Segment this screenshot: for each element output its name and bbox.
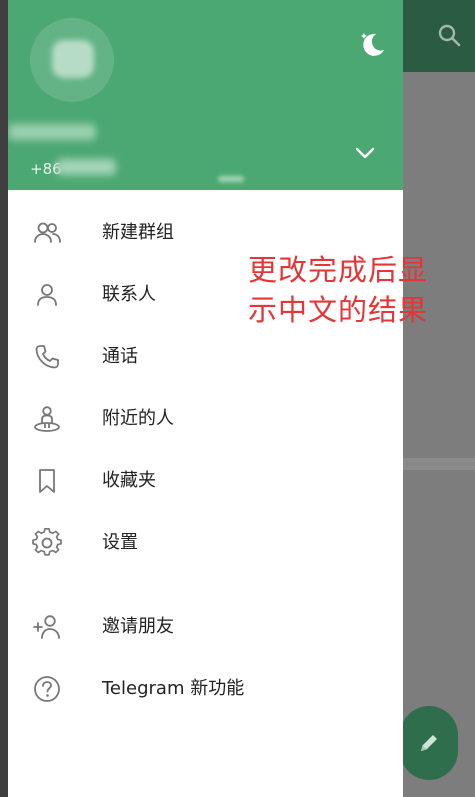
user-name-blurred <box>8 124 96 140</box>
menu-item-saved-messages[interactable]: 收藏夹 <box>8 452 403 510</box>
menu-item-calls[interactable]: 通话 <box>8 328 403 386</box>
bookmark-icon <box>32 466 62 496</box>
annotation-line-2: 示中文的结果 <box>248 293 429 327</box>
night-mode-moon-icon[interactable] <box>354 28 388 62</box>
screen-edge <box>0 0 8 797</box>
menu-item-invite-friends[interactable]: 邀请朋友 <box>8 598 403 656</box>
chevron-down-icon[interactable] <box>354 142 376 164</box>
avatar[interactable] <box>30 18 114 102</box>
group-icon <box>32 218 62 248</box>
compose-button[interactable] <box>400 706 458 780</box>
menu-item-people-nearby[interactable]: 附近的人 <box>8 390 403 448</box>
add-person-icon <box>32 612 62 642</box>
navigation-drawer: +86 新建群组 联系人 通话 附近的人 收藏夹 设置 邀请朋友 Telegra… <box>8 0 403 797</box>
menu-label: 收藏夹 <box>102 470 156 491</box>
help-icon <box>32 674 62 704</box>
annotation-text: 更改完成后显 示中文的结果 <box>248 250 458 330</box>
menu-item-telegram-features[interactable]: Telegram 新功能 <box>8 660 403 718</box>
phone-number-blurred <box>56 159 116 175</box>
avatar-blurred-content <box>52 40 94 78</box>
person-icon <box>32 280 62 310</box>
menu-label: 联系人 <box>102 284 156 305</box>
phone-number-blurred-tail <box>218 176 244 182</box>
pencil-icon <box>421 735 437 751</box>
phone-icon <box>32 342 62 372</box>
nearby-people-icon <box>32 404 62 434</box>
menu-label: 附近的人 <box>102 408 174 429</box>
menu-label: 新建群组 <box>102 222 174 243</box>
menu-label: 设置 <box>102 532 138 553</box>
gear-icon <box>32 528 62 558</box>
menu-label: 邀请朋友 <box>102 616 174 637</box>
menu-label: Telegram 新功能 <box>102 678 245 699</box>
menu-item-settings[interactable]: 设置 <box>8 514 403 572</box>
search-icon[interactable] <box>436 22 462 48</box>
drawer-header: +86 <box>8 0 403 190</box>
menu-label: 通话 <box>102 346 138 367</box>
annotation-line-1: 更改完成后显 <box>248 253 429 287</box>
